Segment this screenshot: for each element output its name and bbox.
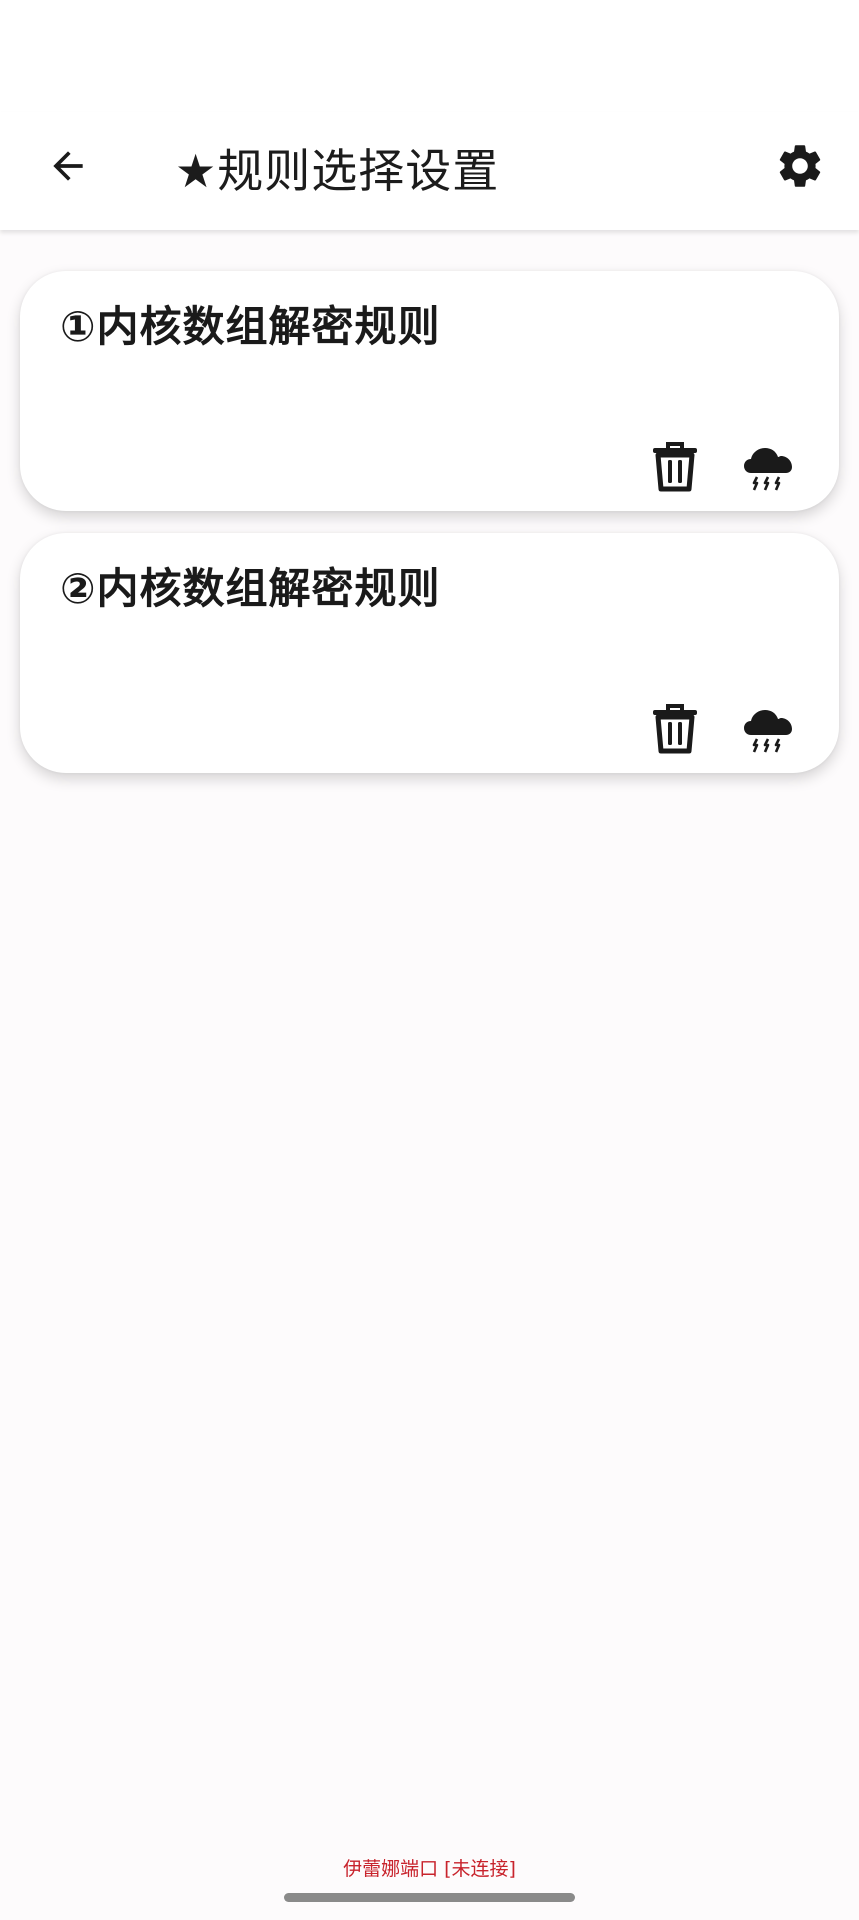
cloud-rule-button[interactable] bbox=[738, 698, 800, 760]
back-button[interactable] bbox=[38, 136, 98, 196]
delete-rule-button[interactable] bbox=[644, 698, 706, 760]
arrow-back-icon bbox=[53, 151, 83, 181]
trash-icon bbox=[653, 704, 697, 754]
status-bar-area bbox=[0, 0, 859, 112]
connection-status: 伊蕾娜端口 [未连接] bbox=[343, 1858, 516, 1880]
delete-rule-button[interactable] bbox=[644, 436, 706, 498]
rule-title: ①内核数组解密规则 bbox=[60, 302, 441, 351]
rule-card[interactable]: ①内核数组解密规则 bbox=[20, 271, 839, 511]
settings-button[interactable] bbox=[770, 136, 830, 196]
rule-card[interactable]: ②内核数组解密规则 bbox=[20, 533, 839, 773]
gear-icon bbox=[779, 145, 821, 187]
cloud-rule-button[interactable] bbox=[738, 436, 800, 498]
app-bar: ★规则选择设置 bbox=[0, 112, 859, 230]
trash-icon bbox=[653, 442, 697, 492]
thunderstorm-cloud-icon bbox=[744, 448, 792, 491]
rule-title: ②内核数组解密规则 bbox=[60, 564, 441, 613]
thunderstorm-cloud-icon bbox=[744, 710, 792, 753]
page-title: ★规则选择设置 bbox=[175, 144, 500, 198]
home-indicator[interactable] bbox=[284, 1893, 575, 1902]
